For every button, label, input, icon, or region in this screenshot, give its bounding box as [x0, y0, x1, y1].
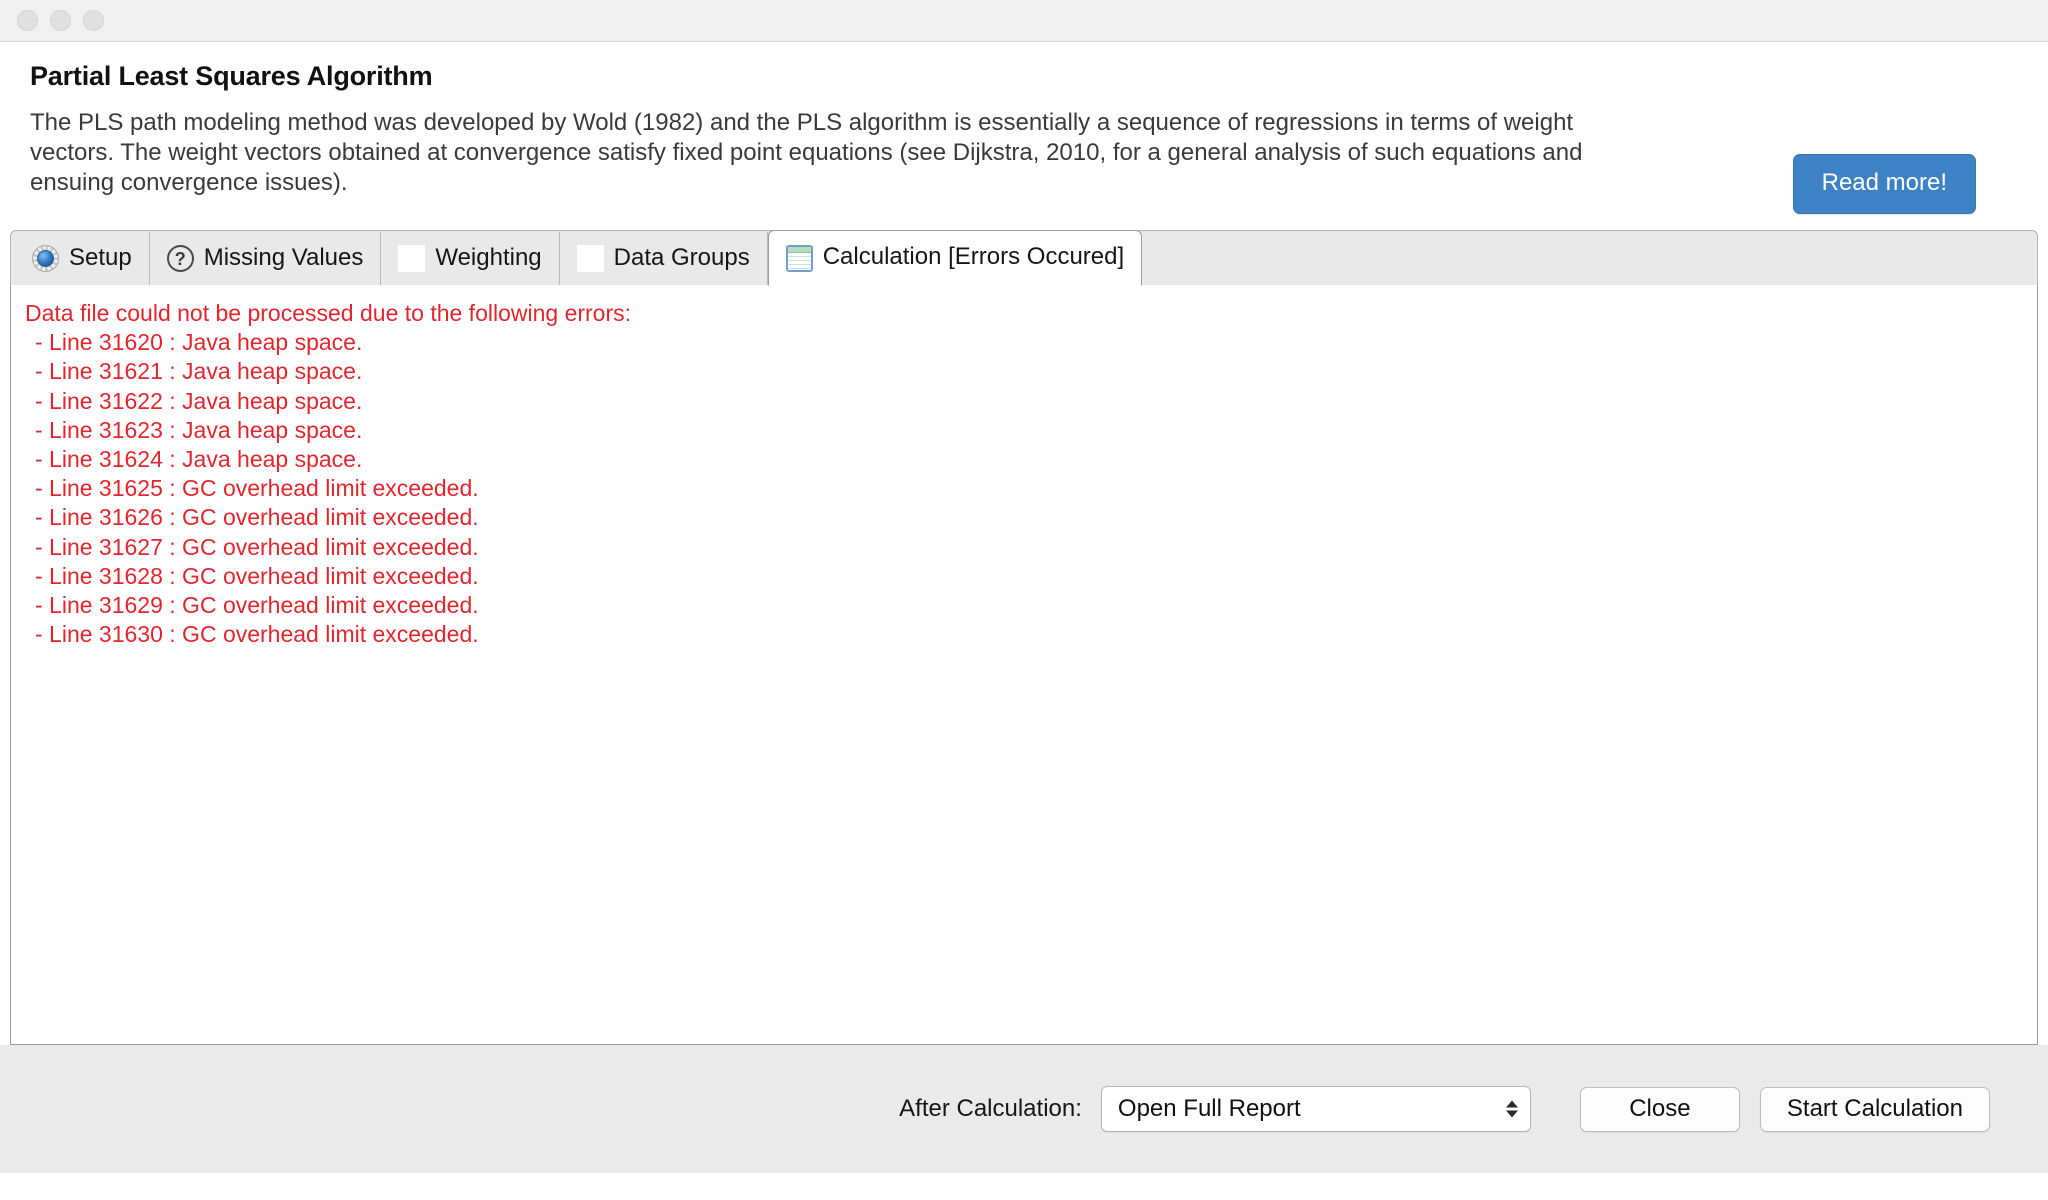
error-line: - Line 31621 : Java heap space.	[35, 358, 363, 385]
tab-missing-values-label: Missing Values	[203, 243, 364, 271]
tab-missing-values[interactable]: ? Missing Values	[150, 232, 382, 285]
tab-setup[interactable]: Setup	[15, 232, 150, 285]
after-calculation-value: Open Full Report	[1117, 1095, 1301, 1122]
error-line: - Line 31623 : Java heap space.	[35, 416, 363, 443]
error-heading: Data file could not be processed due to …	[25, 300, 632, 326]
error-line: - Line 31625 : GC overhead limit exceede…	[35, 475, 479, 502]
error-line: - Line 31622 : Java heap space.	[35, 387, 363, 414]
minimize-window-button[interactable]	[50, 10, 71, 31]
tab-calculation-label: Calculation [Errors Occured]	[822, 243, 1125, 270]
error-line: - Line 31627 : GC overhead limit exceede…	[35, 533, 479, 560]
tab-data-groups[interactable]: Data Groups	[560, 232, 768, 285]
tab-setup-label: Setup	[69, 243, 132, 271]
dialog-footer: After Calculation: Open Full Report Clos…	[0, 1045, 2048, 1173]
start-calculation-button[interactable]: Start Calculation	[1759, 1086, 1990, 1132]
close-window-button[interactable]	[17, 10, 38, 31]
tab-strip: Setup ? Missing Values Weighting Data Gr…	[10, 230, 2038, 286]
error-line: - Line 31624 : Java heap space.	[35, 446, 363, 473]
tab-weighting[interactable]: Weighting	[381, 232, 560, 285]
error-line: - Line 31628 : GC overhead limit exceede…	[35, 562, 479, 589]
page-header: Partial Least Squares Algorithm The PLS …	[0, 42, 2048, 230]
question-mark-icon: ?	[166, 245, 194, 272]
error-line: - Line 31629 : GC overhead limit exceede…	[35, 592, 479, 619]
zoom-window-button[interactable]	[83, 10, 104, 31]
page-description: The PLS path modeling method was develop…	[30, 109, 1583, 196]
calculation-tab-content: Data file could not be processed due to …	[10, 285, 2038, 1045]
close-button[interactable]: Close	[1579, 1086, 1740, 1132]
gear-icon	[32, 245, 59, 272]
chevron-up-down-icon	[1505, 1100, 1518, 1118]
tab-data-groups-label: Data Groups	[613, 243, 750, 271]
after-calculation-label: After Calculation:	[899, 1095, 1082, 1122]
page-title: Partial Least Squares Algorithm	[30, 61, 433, 91]
tab-calculation[interactable]: Calculation [Errors Occured]	[767, 230, 1143, 286]
tab-weighting-label: Weighting	[435, 243, 542, 271]
window-titlebar	[0, 0, 2048, 42]
error-line: - Line 31630 : GC overhead limit exceede…	[35, 621, 479, 648]
error-line: - Line 31620 : Java heap space.	[35, 329, 363, 356]
error-line: - Line 31626 : GC overhead limit exceede…	[35, 504, 479, 531]
after-calculation-select[interactable]: Open Full Report	[1100, 1086, 1531, 1132]
people-group-icon	[398, 245, 426, 272]
read-more-button[interactable]: Read more!	[1792, 154, 1976, 214]
tab-panel: Setup ? Missing Values Weighting Data Gr…	[10, 230, 2038, 1045]
spreadsheet-icon	[785, 244, 813, 272]
people-group-icon	[576, 245, 604, 272]
